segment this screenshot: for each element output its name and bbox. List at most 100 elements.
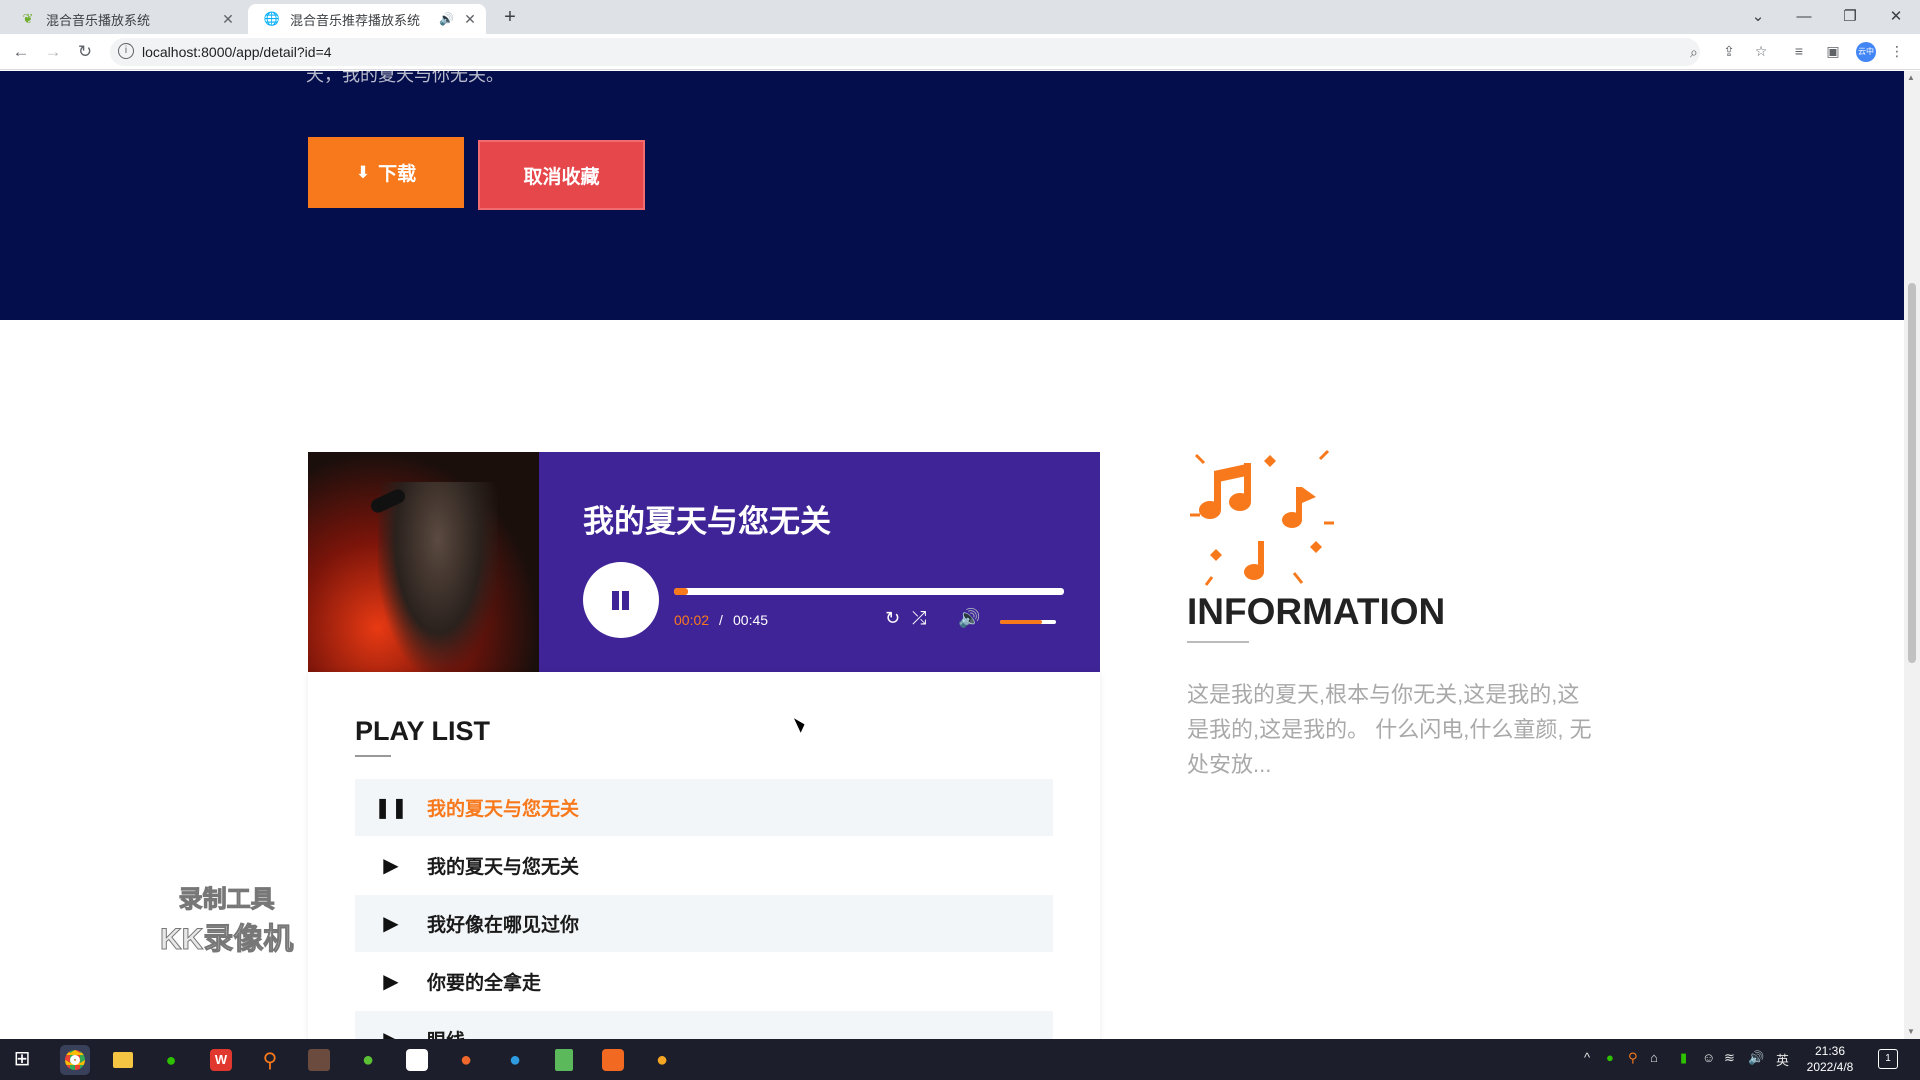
audio-icon[interactable]: 🔊 [439, 12, 454, 26]
play-icon[interactable]: ▶ [355, 1027, 427, 1039]
tray-usb-icon[interactable]: ⌂ [1650, 1050, 1658, 1065]
shuffle-icon[interactable]: ⤮ [912, 608, 926, 629]
new-tab-button[interactable]: + [498, 6, 522, 30]
address-bar-row: ← → ↻ i localhost:8000/app/detail?id=4 ⌕… [0, 34, 1920, 70]
wechat-icon[interactable]: ● [156, 1045, 186, 1075]
url-input[interactable]: i localhost:8000/app/detail?id=4 ⌕ [110, 38, 1700, 66]
playlist-item[interactable]: ▶ 眼线 [355, 1011, 1053, 1039]
reload-icon[interactable]: ↻ [73, 40, 97, 64]
hero-description: 天，我的夏天与你无关。 [306, 71, 504, 85]
forward-icon[interactable]: → [41, 40, 65, 64]
information-heading: INFORMATION [1187, 591, 1446, 632]
volume-slider[interactable] [1000, 620, 1056, 624]
zoom-icon[interactable]: ⌕ [1690, 44, 1698, 61]
browser-tab-1[interactable]: ❦ 混合音乐播放系统 ✕ [4, 4, 244, 34]
side-panel-icon[interactable]: ▣ [1824, 43, 1842, 61]
penguin-app-icon[interactable]: ● [647, 1045, 677, 1075]
singer-figure [378, 482, 498, 672]
ime-indicator[interactable]: 英 [1776, 1050, 1789, 1069]
tray-battery-icon[interactable]: ▮ [1680, 1050, 1687, 1066]
taskbar-clock[interactable]: 21:36 2022/4/8 [1800, 1043, 1860, 1075]
scroll-up-arrow-icon[interactable]: ▲ [1907, 73, 1915, 82]
tray-qq-icon[interactable]: ☺ [1702, 1050, 1715, 1065]
playlist-item[interactable]: ▶ 我的夏天与您无关 [355, 837, 1053, 894]
tray-search-icon[interactable]: ⚲ [1628, 1050, 1638, 1066]
tray-wechat-icon[interactable]: ● [1606, 1050, 1614, 1065]
chrome-icon[interactable] [60, 1045, 90, 1075]
playlist-heading: PLAY LIST [355, 716, 491, 746]
info-icon[interactable]: i [118, 43, 134, 59]
unfavorite-button[interactable]: 取消收藏 [478, 140, 645, 210]
tab-title: 混合音乐推荐播放系统 [290, 12, 421, 28]
volume-icon[interactable]: 🔊 [958, 608, 980, 629]
playlist-item-name: 我好像在哪见过你 [427, 915, 580, 936]
green-app-icon[interactable]: ● [353, 1045, 383, 1075]
tray-expand-icon[interactable]: ^ [1584, 1050, 1590, 1065]
back-icon[interactable]: ← [9, 40, 33, 64]
play-icon[interactable]: ▶ [355, 853, 427, 878]
time-separator: / [719, 612, 723, 628]
page-scrollbar[interactable]: ▲ ▼ [1904, 71, 1920, 1039]
watermark-line1: 录制工具 [178, 886, 275, 914]
restore-button[interactable]: ❐ [1830, 4, 1870, 30]
information-description: 这是我的夏天,根本与你无关,这是我的,这是我的,这是我的。 什么闪电,什么童颜,… [1187, 682, 1592, 777]
minimize-button[interactable]: — [1784, 4, 1824, 30]
playlist-item[interactable]: ▶ 你要的全拿走 [355, 953, 1053, 1010]
hero-section: 天，我的夏天与你无关。 ⬇ 下载 取消收藏 [0, 71, 1904, 320]
clock-time: 21:36 [1814, 1044, 1846, 1058]
play-icon[interactable]: ▶ [355, 911, 427, 936]
scrollbar-thumb[interactable] [1908, 283, 1916, 663]
media-control-icon[interactable]: ≡ [1790, 43, 1808, 61]
windows-start-icon[interactable]: ⊞ [10, 1047, 34, 1071]
player-song-title: 我的夏天与您无关 [583, 504, 831, 539]
file-explorer-icon[interactable] [108, 1045, 138, 1075]
download-icon: ⬇ [355, 162, 371, 182]
clock-date: 2022/4/8 [1806, 1060, 1854, 1074]
wps-icon[interactable]: W [206, 1045, 236, 1075]
playlist-item[interactable]: ▶ 我好像在哪见过你 [355, 895, 1053, 952]
page-viewport: 天，我的夏天与你无关。 ⬇ 下载 取消收藏 我的夏天与您无关 00:02 / 0… [0, 71, 1904, 1039]
game-app-icon[interactable] [304, 1045, 334, 1075]
progress-bar[interactable] [674, 588, 1064, 595]
recorder-app-icon[interactable] [598, 1045, 628, 1075]
heading-underline [1187, 641, 1249, 643]
bookmark-star-icon[interactable]: ☆ [1752, 43, 1770, 61]
repeat-icon[interactable]: ↻ [885, 608, 900, 629]
album-cover-image [308, 452, 539, 672]
pinwheel-app-icon[interactable] [402, 1045, 432, 1075]
play-icon[interactable]: ▶ [355, 969, 427, 994]
recorder-watermark: 录制工具 KK录像机 [159, 879, 294, 958]
playlist-item[interactable]: ❚❚ 我的夏天与您无关 [355, 779, 1053, 836]
close-icon[interactable]: ✕ [218, 11, 238, 28]
edge-icon[interactable]: ● [500, 1045, 530, 1075]
tray-volume-icon[interactable]: 🔊 [1748, 1050, 1764, 1066]
scroll-down-arrow-icon[interactable]: ▼ [1907, 1027, 1915, 1036]
browser-tab-2[interactable]: 🌐 混合音乐推荐播放系统 🔊 ✕ [248, 4, 486, 34]
current-time: 00:02 [674, 612, 710, 628]
share-icon[interactable]: ⇪ [1720, 43, 1738, 61]
menu-icon[interactable]: ⋮ [1888, 43, 1906, 61]
duration: 00:45 [733, 612, 769, 628]
download-button[interactable]: ⬇ 下载 [308, 137, 464, 208]
playlist-item-name: 你要的全拿走 [427, 973, 542, 994]
browser-tab-bar: ❦ 混合音乐播放系统 ✕ 🌐 混合音乐推荐播放系统 🔊 ✕ + ⌄ — ❐ ✕ [0, 0, 1920, 34]
pause-icon[interactable]: ❚❚ [355, 795, 427, 820]
tab-title: 混合音乐播放系统 [46, 12, 151, 28]
progress-fill [674, 588, 688, 595]
playlist-item-name: 眼线 [427, 1026, 465, 1039]
orange-app-icon[interactable]: ● [451, 1045, 481, 1075]
search-tool-icon[interactable]: ⚲ [255, 1045, 285, 1075]
watermark-line2: KK录像机 [159, 923, 294, 957]
unfavorite-label: 取消收藏 [523, 166, 600, 188]
pause-button[interactable] [583, 562, 659, 638]
url-text: localhost:8000/app/detail?id=4 [142, 44, 332, 60]
notification-center-icon[interactable]: 1 [1878, 1049, 1898, 1069]
tab-search-icon[interactable]: ⌄ [1738, 4, 1778, 30]
avatar[interactable]: 云中 [1856, 42, 1876, 62]
close-icon[interactable]: ✕ [460, 11, 480, 28]
tray-network-icon[interactable]: ≋ [1724, 1050, 1735, 1066]
music-player: 我的夏天与您无关 00:02 / 00:45 ↻ ⤮ 🔊 [308, 452, 1100, 672]
close-window-button[interactable]: ✕ [1876, 4, 1916, 30]
windows-taskbar: ⊞ ● W ⚲ ● ● ● ● ^ ● ⚲ ⌂ ▮ ☺ ≋ 🔊 英 21:36 … [0, 1039, 1920, 1080]
notepad-icon[interactable] [549, 1045, 579, 1075]
